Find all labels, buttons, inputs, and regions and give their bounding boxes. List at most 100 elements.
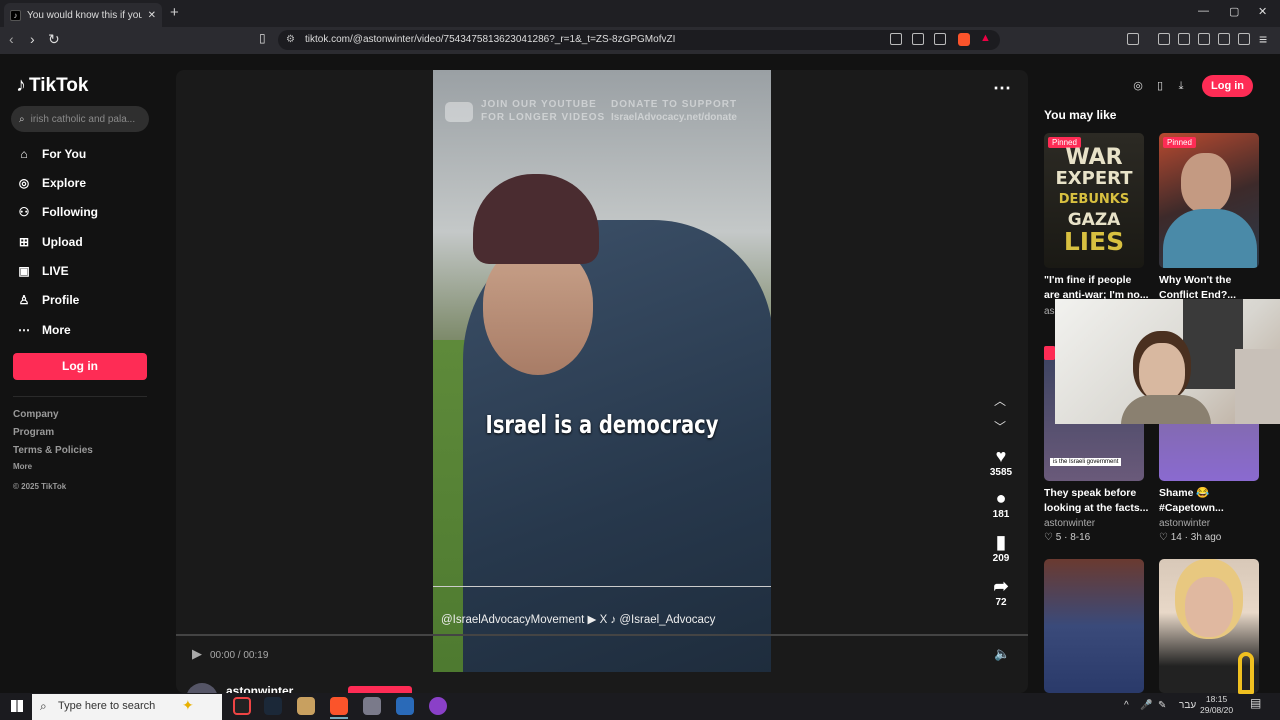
video-card-thumbnail[interactable]: Pinned WAR EXPERT DEBUNKS GAZA LIES [1044, 133, 1144, 268]
messenger-app-icon[interactable] [429, 697, 447, 715]
nav-profile[interactable]: ♙ Profile [16, 292, 156, 308]
search-icon: ⌕ [19, 113, 25, 125]
footer-terms-link[interactable]: Terms & Policies [13, 445, 93, 456]
sidebar-icon[interactable] [1178, 33, 1190, 45]
reload-icon[interactable]: ↻ [48, 31, 60, 48]
video-stage[interactable]: JOIN OUR YOUTUBE FOR LONGER VIDEOS DONAT… [176, 70, 1028, 693]
nav-upload[interactable]: ⊞ Upload [16, 234, 156, 250]
compass-icon[interactable]: ◎ [1126, 76, 1150, 96]
steam-app-icon[interactable] [264, 697, 282, 715]
brave-shields-icon[interactable] [958, 33, 970, 46]
leo-ai-icon[interactable] [1218, 33, 1230, 45]
translate-icon[interactable] [890, 33, 902, 45]
obs-app-icon[interactable] [233, 697, 251, 715]
video-card-thumbnail[interactable] [1044, 559, 1144, 693]
tiktok-logo[interactable]: ♪ TikTok [16, 74, 88, 97]
footer-more-link[interactable]: More [13, 462, 32, 471]
pen-icon[interactable]: ✎ [1158, 700, 1166, 711]
video-card-stats: ♡ 14 · 3h ago [1159, 532, 1222, 543]
video-card-title[interactable]: "I'm fine if people [1044, 273, 1148, 288]
taskbar-search-placeholder: Type here to search [58, 700, 156, 712]
active-app-indicator [330, 717, 348, 719]
nav-live[interactable]: ▣ LIVE [16, 263, 156, 279]
previous-video-chevron-icon[interactable]: ︿ [994, 392, 1006, 409]
extension-icon[interactable] [1127, 33, 1139, 45]
upload-icon: ⊞ [18, 235, 30, 249]
video-card-title[interactable]: They speak before [1044, 486, 1148, 501]
windows-start-icon[interactable] [11, 700, 23, 712]
notifications-icon[interactable]: ▤ [1250, 696, 1261, 710]
login-button[interactable]: Log in [13, 353, 147, 380]
you-may-like-heading: You may like [1044, 108, 1117, 122]
video-card-title[interactable]: Why Won't the [1159, 273, 1263, 288]
maximize-button[interactable]: ▢ [1229, 5, 1239, 18]
comment-button[interactable]: ● 181 [984, 488, 1018, 520]
nav-explore[interactable]: ◎ Explore [16, 175, 156, 191]
language-indicator[interactable]: עבר [1179, 700, 1196, 711]
live-icon: ▣ [18, 264, 30, 278]
header-login-button[interactable]: Log in [1202, 75, 1253, 97]
close-window-button[interactable]: ✕ [1258, 5, 1267, 18]
video-card-thumbnail[interactable]: Pinned [1159, 133, 1259, 268]
microphone-icon[interactable]: 🎤 [1140, 700, 1152, 711]
following-icon: ⚇ [18, 205, 30, 219]
nav-for-you[interactable]: ⌂ For You [16, 146, 156, 162]
browser-tab[interactable]: ♪ You would know this if you didn ✕ [4, 3, 162, 27]
person-face [1185, 577, 1233, 637]
footer-company-link[interactable]: Company [13, 409, 59, 420]
video-player[interactable]: JOIN OUR YOUTUBE FOR LONGER VIDEOS DONAT… [433, 70, 771, 672]
next-video-chevron-icon[interactable]: ﹀ [994, 418, 1006, 435]
minimize-button[interactable]: — [1198, 5, 1209, 17]
taskbar-search-input[interactable]: ⌕ Type here to search ✦ [32, 694, 222, 720]
compass-icon: ◎ [18, 176, 30, 190]
wallet-icon[interactable] [1198, 33, 1210, 45]
nav-label: LIVE [42, 264, 69, 278]
search-input[interactable]: ⌕ irish catholic and pala... [11, 106, 149, 132]
video-progress-bar[interactable] [176, 634, 1028, 636]
thumb-text: LIES [1063, 227, 1125, 256]
save-button[interactable]: ▮ 209 [984, 532, 1018, 564]
play-icon[interactable]: ▶ [192, 646, 202, 662]
brave-app-icon[interactable] [330, 697, 348, 715]
video-card-title[interactable]: looking at the facts... [1044, 501, 1148, 516]
thumb-text: DEBUNKS [1058, 192, 1130, 207]
cast-icon[interactable] [912, 33, 924, 45]
video-card-author[interactable]: astonwinter [1044, 518, 1095, 529]
like-button[interactable]: ♥ 3585 [984, 446, 1018, 478]
share-button[interactable]: ➦ 72 [984, 576, 1018, 608]
youtube-watermark-icon [445, 102, 473, 122]
video-card-title[interactable]: #Capetown... [1159, 501, 1263, 516]
webcam-overlay [1055, 299, 1280, 424]
new-tab-button[interactable]: + [170, 4, 179, 21]
download-icon[interactable]: ⤓ [1169, 76, 1193, 96]
site-settings-icon[interactable]: ⚙ [286, 34, 295, 45]
browser-tab-bar: ♪ You would know this if you didn ✕ + — … [0, 0, 1280, 27]
cursor-app-icon[interactable] [396, 697, 414, 715]
music-icon[interactable] [1158, 33, 1170, 45]
footer-program-link[interactable]: Program [13, 427, 54, 438]
file-explorer-app-icon[interactable] [297, 697, 315, 715]
nav-more[interactable]: ⋯ More [16, 322, 156, 338]
video-card-title[interactable]: Shame 😂 [1159, 486, 1263, 501]
nav-following[interactable]: ⚇ Following [16, 204, 156, 220]
more-options-icon[interactable]: ⋯ [993, 78, 1011, 99]
video-card-author[interactable]: astonwinter [1159, 518, 1210, 529]
shield-app-icon[interactable] [363, 697, 381, 715]
vpn-icon[interactable] [1238, 33, 1250, 45]
bookmark-icon[interactable]: ▯ [259, 31, 266, 45]
tray-chevron-icon[interactable]: ^ [1124, 700, 1129, 711]
yellow-ribbon-icon [1238, 652, 1254, 694]
home-icon: ⌂ [20, 147, 28, 161]
forward-arrow-icon[interactable]: › [30, 31, 35, 47]
back-arrow-icon[interactable]: ‹ [9, 31, 14, 47]
menu-icon[interactable]: ≡ [1259, 31, 1267, 47]
brave-rewards-icon[interactable]: ▲ [980, 32, 991, 44]
share-icon[interactable] [934, 33, 946, 45]
nav-label: For You [42, 147, 87, 161]
watermark-youtube: JOIN OUR YOUTUBE FOR LONGER VIDEOS [481, 98, 605, 124]
volume-icon[interactable]: 🔈 [994, 646, 1010, 662]
taskbar-clock[interactable]: 18:15 29/08/20 [1200, 694, 1233, 716]
tab-close-icon[interactable]: ✕ [148, 10, 156, 21]
video-card-author[interactable]: as [1044, 306, 1055, 317]
logo-text: TikTok [29, 74, 89, 96]
